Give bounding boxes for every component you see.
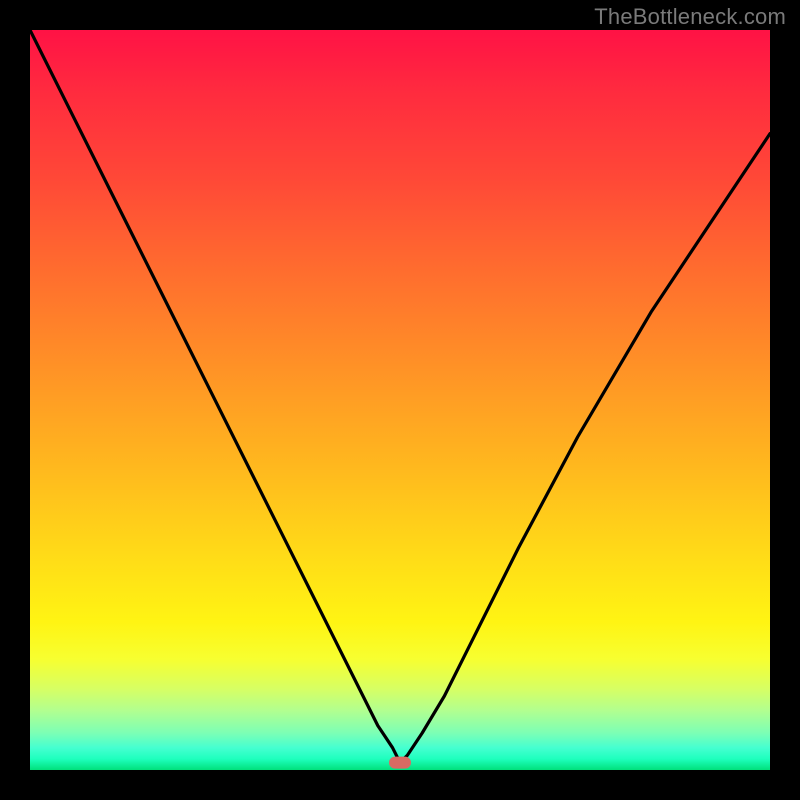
optimal-point-marker — [389, 757, 411, 769]
chart-frame: TheBottleneck.com — [0, 0, 800, 800]
watermark-text: TheBottleneck.com — [594, 4, 786, 30]
curve-layer — [30, 30, 770, 770]
bottleneck-curve — [30, 30, 770, 763]
plot-area — [30, 30, 770, 770]
